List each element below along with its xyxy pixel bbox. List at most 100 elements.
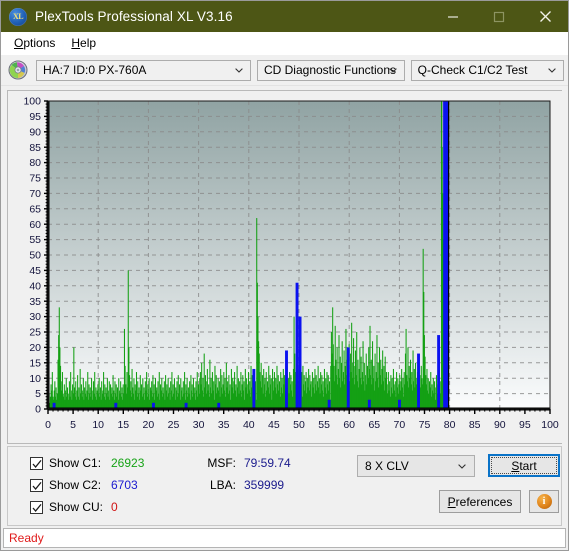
lba-row: LBA: 359999 <box>198 478 291 492</box>
show-c1-checkbox[interactable] <box>30 456 43 470</box>
check-icon <box>32 503 42 512</box>
svg-text:5: 5 <box>70 419 76 431</box>
start-button[interactable]: Start <box>488 454 560 477</box>
window-title: PlexTools Professional XL V3.16 <box>35 9 233 24</box>
svg-text:45: 45 <box>29 265 41 277</box>
svg-text:15: 15 <box>29 357 41 369</box>
svg-text:60: 60 <box>343 419 355 431</box>
svg-text:75: 75 <box>29 173 41 185</box>
svg-text:55: 55 <box>29 234 41 246</box>
title-bar: XL PlexTools Professional XL V3.16 <box>1 1 568 32</box>
svg-text:100: 100 <box>541 419 559 431</box>
svg-text:50: 50 <box>29 250 41 262</box>
svg-text:60: 60 <box>29 219 41 231</box>
svg-text:15: 15 <box>117 419 129 431</box>
preferences-button[interactable]: Preferences <box>439 490 521 513</box>
info-icon: i <box>536 494 552 509</box>
lba-label: LBA: <box>209 478 236 492</box>
svg-text:35: 35 <box>29 296 41 308</box>
show-c1-label: Show C1: <box>49 456 102 470</box>
svg-text:80: 80 <box>29 157 41 169</box>
show-c1-row: Show C1: 26923 <box>30 456 144 470</box>
start-button-label: tart <box>519 458 537 473</box>
c1-value: 26923 <box>111 456 145 470</box>
cd-disc-icon <box>8 60 28 80</box>
svg-text:70: 70 <box>29 188 41 200</box>
counters-group: Show C1: 26923 Show C2: 6703 Show CU: 0 <box>30 456 144 514</box>
svg-text:5: 5 <box>35 388 41 400</box>
svg-text:30: 30 <box>29 311 41 323</box>
xl-logo-icon: XL <box>9 7 27 26</box>
svg-text:65: 65 <box>29 203 41 215</box>
status-text: Ready <box>9 531 44 545</box>
show-cu-label: Show CU: <box>49 500 104 514</box>
show-cu-row: Show CU: 0 <box>30 500 144 514</box>
window-controls <box>430 1 568 32</box>
svg-text:10: 10 <box>92 419 104 431</box>
menu-item-options-label: ptions <box>23 36 56 50</box>
show-cu-checkbox[interactable] <box>30 500 43 514</box>
show-c2-label: Show C2: <box>49 478 102 492</box>
check-icon <box>32 459 42 468</box>
svg-text:100: 100 <box>23 96 41 108</box>
svg-text:95: 95 <box>29 111 41 123</box>
toolbar: HA:7 ID:0 PX-760A CD Diagnostic Function… <box>1 55 568 86</box>
drive-select-value: HA:7 ID:0 PX-760A <box>43 63 147 77</box>
test-select[interactable]: Q-Check C1/C2 Test <box>410 59 564 81</box>
show-c2-checkbox[interactable] <box>30 478 43 492</box>
c2-value: 6703 <box>111 478 138 492</box>
chevron-down-icon <box>458 464 466 469</box>
svg-text:0: 0 <box>35 404 41 416</box>
chevron-down-icon <box>388 68 397 73</box>
drive-select[interactable]: HA:7 ID:0 PX-760A <box>36 59 251 81</box>
test-select-value: Q-Check C1/C2 Test <box>417 63 528 77</box>
msf-label: MSF: <box>207 456 236 470</box>
chart-svg: 0510152025303540455055606570758085909510… <box>8 91 563 443</box>
info-button[interactable]: i <box>529 490 559 513</box>
svg-text:0: 0 <box>45 419 51 431</box>
svg-text:75: 75 <box>419 419 431 431</box>
svg-text:20: 20 <box>29 342 41 354</box>
svg-text:90: 90 <box>29 126 41 138</box>
svg-text:25: 25 <box>168 419 180 431</box>
svg-text:85: 85 <box>29 142 41 154</box>
show-c2-row: Show C2: 6703 <box>30 478 144 492</box>
menu-item-options[interactable]: Options <box>7 34 64 52</box>
svg-text:70: 70 <box>394 419 406 431</box>
control-panel: Show C1: 26923 Show C2: 6703 Show CU: 0 … <box>7 446 562 526</box>
status-bar: Ready <box>3 528 566 548</box>
svg-text:55: 55 <box>318 419 330 431</box>
function-select[interactable]: CD Diagnostic Functions <box>256 59 405 81</box>
chevron-down-icon <box>235 68 243 73</box>
msf-value: 79:59.74 <box>244 456 291 470</box>
minimize-icon[interactable] <box>430 1 476 32</box>
close-icon[interactable] <box>522 1 568 32</box>
check-icon <box>32 481 42 490</box>
svg-text:20: 20 <box>143 419 155 431</box>
lba-value: 359999 <box>244 478 285 492</box>
menu-item-help-label: elp <box>80 36 97 50</box>
svg-text:40: 40 <box>243 419 255 431</box>
function-select-value: CD Diagnostic Functions <box>263 63 397 77</box>
maximize-icon[interactable] <box>476 1 522 32</box>
svg-text:90: 90 <box>494 419 506 431</box>
svg-text:30: 30 <box>193 419 205 431</box>
menu-item-help[interactable]: Help <box>64 34 105 52</box>
c1c2-chart: 0 5 10 15 20 25 30 35 40 45 50 55 60 65 70 75 80 85 90 95 10… <box>7 90 563 444</box>
plextools-window: XL PlexTools Professional XL V3.16 Optio… <box>0 0 569 551</box>
svg-text:10: 10 <box>29 373 41 385</box>
chart-panel: 0 5 10 15 20 25 30 35 40 45 50 55 60 65 70 75 80 85 90 95 10… <box>1 86 568 444</box>
svg-text:85: 85 <box>469 419 481 431</box>
preferences-button-label: references <box>455 494 513 509</box>
speed-select[interactable]: 8 X CLV <box>357 455 475 477</box>
svg-text:40: 40 <box>29 280 41 292</box>
svg-text:25: 25 <box>29 327 41 339</box>
svg-text:95: 95 <box>519 419 531 431</box>
svg-text:45: 45 <box>268 419 280 431</box>
svg-text:65: 65 <box>368 419 380 431</box>
msf-row: MSF: 79:59.74 <box>198 456 291 470</box>
speed-select-value: 8 X CLV <box>365 459 409 473</box>
svg-text:50: 50 <box>293 419 305 431</box>
chevron-down-icon <box>548 68 556 73</box>
menu-bar: Options Help <box>1 32 568 55</box>
